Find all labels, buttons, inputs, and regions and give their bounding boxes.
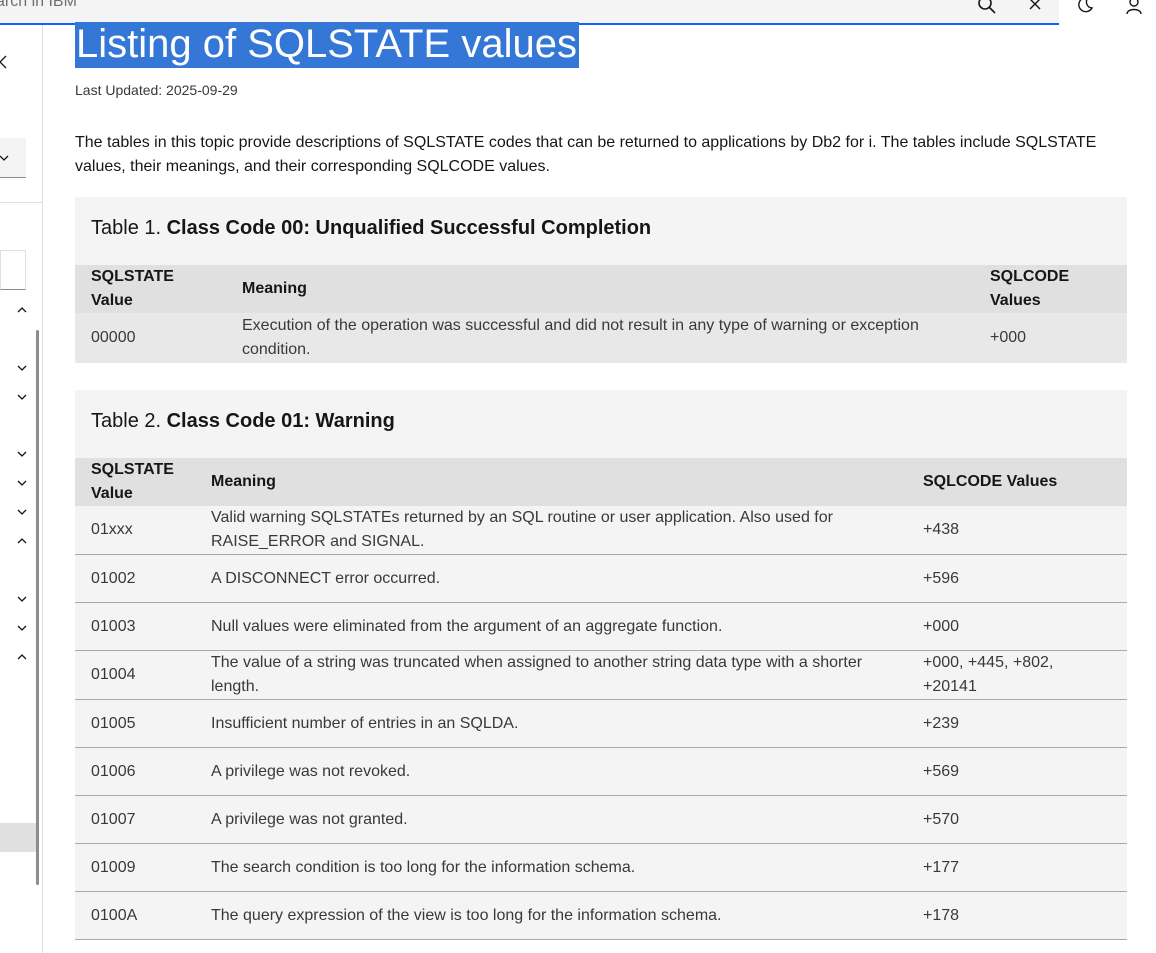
cell-sqlstate: 01005 (75, 699, 195, 748)
cell-sqlstate: 01003 (75, 602, 195, 651)
cell-sqlcode: +178 (907, 891, 1127, 940)
table-1-caption-prefix: Table 1. (91, 217, 167, 239)
table-row: 01007 A privilege was not granted. +570 (75, 795, 1127, 844)
table-1: Table 1. Class Code 00: Unqualified Succ… (75, 197, 1127, 363)
cell-meaning: Valid warning SQLSTATEs returned by an S… (195, 506, 907, 555)
cell-sqlstate: 01009 (75, 843, 195, 892)
cell-sqlcode: +000 (907, 602, 1127, 651)
table-2-caption-title: Class Code 01: Warning (166, 410, 395, 432)
cell-meaning: The value of a string was truncated when… (195, 650, 907, 700)
chevron-down-icon[interactable] (15, 621, 31, 635)
cell-meaning: A privilege was not granted. (195, 795, 907, 844)
cell-sqlcode: +596 (907, 554, 1127, 603)
column-header-sqlstate: SQLSTATE Value (75, 265, 226, 313)
chevron-down-icon[interactable] (15, 390, 31, 404)
table-row: 01004 The value of a string was truncated… (75, 650, 1127, 700)
cell-sqlstate: 0100A (75, 891, 195, 940)
sidebar-item-selected[interactable] (0, 823, 36, 852)
column-header-sqlcode: SQLCODE Values (907, 458, 1127, 506)
cell-sqlcode: +177 (907, 843, 1127, 892)
page-title: Listing of SQLSTATE values (75, 22, 579, 68)
table-row: 01005 Insufficient number of entries in a… (75, 699, 1127, 748)
collapse-icon[interactable] (0, 55, 12, 69)
search-icon[interactable] (975, 0, 999, 16)
cell-sqlcode: +239 (907, 699, 1127, 748)
column-header-sqlcode: SQLCODE Values (974, 265, 1127, 313)
cell-meaning: A privilege was not revoked. (195, 747, 907, 796)
table-2: Table 2. Class Code 01: Warning SQLSTATE… (75, 390, 1127, 940)
table-2-caption: Table 2. Class Code 01: Warning (75, 390, 1127, 458)
cell-sqlstate: 01xxx (75, 506, 195, 555)
table-row: 00000 Execution of the operation was suc… (75, 313, 1127, 363)
close-icon[interactable] (1023, 0, 1047, 15)
cell-sqlcode: +000, +445, +802, +20141 (907, 650, 1127, 700)
last-updated: Last Updated: 2025-09-29 (75, 82, 238, 98)
cell-sqlcode: +438 (907, 506, 1127, 555)
cell-meaning: The search condition is too long for the… (195, 843, 907, 892)
table-1-caption: Table 1. Class Code 00: Unqualified Succ… (75, 197, 1127, 265)
table-1-caption-title: Class Code 00: Unqualified Successful Co… (166, 217, 652, 239)
table-header-row: SQLSTATE Value Meaning SQLCODE Values (75, 458, 1127, 506)
sidebar-filter-input[interactable] (0, 250, 26, 290)
cell-sqlcode: +569 (907, 747, 1127, 796)
cell-sqlstate: 00000 (75, 313, 226, 363)
chevron-down-icon[interactable] (15, 592, 31, 606)
table-2-caption-prefix: Table 2. (91, 410, 167, 432)
cell-sqlstate: 01004 (75, 650, 195, 700)
chevron-up-icon[interactable] (15, 303, 31, 317)
cell-meaning: Execution of the operation was successfu… (226, 313, 974, 363)
table-row: 01002 A DISCONNECT error occurred. +596 (75, 554, 1127, 603)
cell-sqlstate: 01007 (75, 795, 195, 844)
table-1-grid: SQLSTATE Value Meaning SQLCODE Values 00… (75, 265, 1127, 363)
chevron-down-icon[interactable] (15, 505, 31, 519)
cell-meaning: Null values were eliminated from the arg… (195, 602, 907, 651)
sidebar-version-dropdown[interactable] (0, 138, 26, 178)
cell-sqlstate: 01006 (75, 747, 195, 796)
table-row: 01003 Null values were eliminated from th… (75, 602, 1127, 651)
sidebar-divider (0, 202, 43, 203)
cell-sqlstate: 01002 (75, 554, 195, 603)
chevron-up-icon[interactable] (15, 650, 31, 664)
table-row: 0100A The query expression of the view is… (75, 891, 1127, 940)
cell-meaning: A DISCONNECT error occurred. (195, 554, 907, 603)
cell-sqlcode: +000 (974, 313, 1127, 363)
moon-icon[interactable] (1073, 0, 1097, 16)
intro-paragraph: The tables in this topic provide descrip… (75, 134, 1097, 175)
chevron-down-icon[interactable] (15, 476, 31, 490)
chevron-down-icon[interactable] (15, 361, 31, 375)
search-input-text[interactable]: arch in IBM (0, 0, 77, 12)
cell-meaning: Insufficient number of entries in an SQL… (195, 699, 907, 748)
sidebar (0, 25, 43, 953)
table-2-grid: SQLSTATE Value Meaning SQLCODE Values 01… (75, 458, 1127, 940)
chevron-down-icon[interactable] (15, 447, 31, 461)
table-header-row: SQLSTATE Value Meaning SQLCODE Values (75, 265, 1127, 313)
table-row: 01006 A privilege was not revoked. +569 (75, 747, 1127, 796)
column-header-meaning: Meaning (226, 265, 974, 313)
user-icon[interactable] (1122, 0, 1146, 16)
cell-meaning: The query expression of the view is too … (195, 891, 907, 940)
column-header-sqlstate: SQLSTATE Value (75, 458, 195, 506)
sidebar-scrollbar[interactable] (36, 330, 39, 885)
column-header-meaning: Meaning (195, 458, 907, 506)
chevron-down-icon (0, 151, 13, 165)
table-row: 01xxx Valid warning SQLSTATEs returned by… (75, 506, 1127, 555)
chevron-up-icon[interactable] (15, 534, 31, 548)
table-row: 01009 The search condition is too long fo… (75, 843, 1127, 892)
cell-sqlcode: +570 (907, 795, 1127, 844)
